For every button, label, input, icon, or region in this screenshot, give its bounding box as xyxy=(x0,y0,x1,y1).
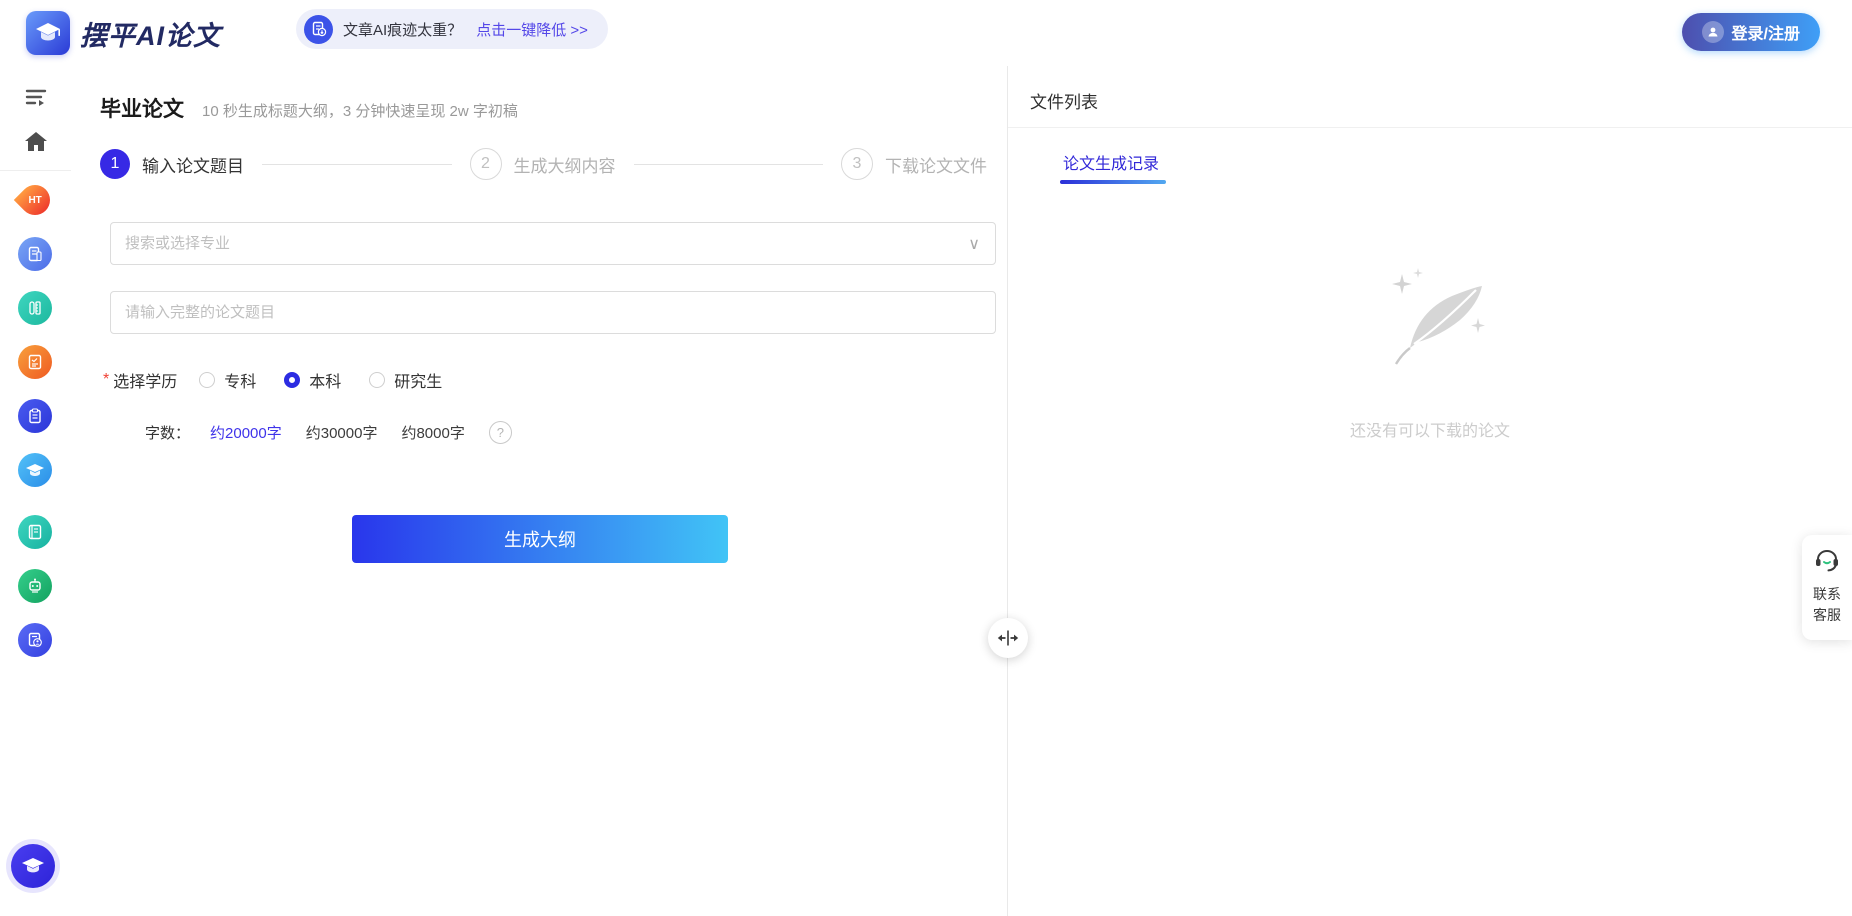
sidebar-item-member-doc[interactable] xyxy=(18,623,52,657)
sidebar-item-report[interactable] xyxy=(18,345,52,379)
required-mark: * xyxy=(103,371,109,389)
degree-radio-group: * 选择学历 专科 本科 研究生 xyxy=(103,368,470,392)
banner-reduce-link[interactable]: 点击一键降低 >> xyxy=(476,19,588,40)
home-icon[interactable] xyxy=(23,130,49,159)
word-option-8000[interactable]: 约8000字 xyxy=(401,422,464,443)
step-2-number: 2 xyxy=(470,148,502,180)
radio-associate-degree[interactable]: 专科 xyxy=(199,368,256,392)
logo-text: 摆平AI论文 xyxy=(80,14,221,53)
sidebar-item-book[interactable] xyxy=(18,515,52,549)
step-3-label: 下载论文文件 xyxy=(885,152,987,177)
step-connector xyxy=(262,164,452,165)
flame-icon: HT xyxy=(14,179,56,221)
sidebar-item-clipboard[interactable] xyxy=(18,399,52,433)
step-1-number: 1 xyxy=(100,149,130,179)
ai-trace-banner[interactable]: 文章AI痕迹太重？ 点击一键降低 >> xyxy=(296,9,608,49)
app-root: 摆平AI论文 文章AI痕迹太重？ 点击一键降低 >> xyxy=(0,0,1852,916)
collapse-menu-icon[interactable] xyxy=(24,86,48,113)
file-list-panel: 文件列表 论文生成记录 还没有可以下载的论文 xyxy=(1008,66,1852,916)
degree-group-label: 选择学历 xyxy=(113,368,177,392)
graduation-cap-icon xyxy=(25,461,45,479)
step-2-label: 生成大纲内容 xyxy=(514,152,616,177)
login-label: 登录/注册 xyxy=(1732,20,1800,44)
app-logo[interactable]: 摆平AI论文 xyxy=(26,11,221,55)
document-person-icon xyxy=(26,631,44,649)
login-register-button[interactable]: 登录/注册 xyxy=(1682,13,1820,51)
floating-graduation-button[interactable] xyxy=(6,839,60,893)
feather-illustration xyxy=(1340,256,1520,386)
panel-separator xyxy=(1008,127,1852,128)
panel-resize-handle[interactable] xyxy=(988,618,1028,658)
word-count-group: 字数： 约20000字 约30000字 约8000字 ? xyxy=(145,421,512,444)
radio-bachelor-degree[interactable]: 本科 xyxy=(284,368,341,392)
generate-outline-button[interactable]: 生成大纲 xyxy=(352,515,728,563)
page-title: 毕业论文 xyxy=(100,93,184,123)
sidebar-item-document[interactable] xyxy=(18,237,52,271)
robot-icon xyxy=(26,577,44,595)
tab-generation-history[interactable]: 论文生成记录 xyxy=(1063,150,1159,174)
word-count-label: 字数： xyxy=(145,422,190,443)
sidebar-item-writing[interactable] xyxy=(18,291,52,325)
major-select-wrap: ∨ xyxy=(110,222,996,265)
step-connector xyxy=(634,164,824,165)
clipboard-icon xyxy=(26,407,44,425)
file-list-title: 文件列表 xyxy=(1030,88,1098,113)
banner-text: 文章AI痕迹太重？ xyxy=(343,19,462,40)
main-panel: 毕业论文 10 秒生成标题大纲，3 分钟快速呈现 2w 字初稿 1 输入论文题目… xyxy=(71,66,1008,916)
sidebar-divider xyxy=(0,170,71,171)
document-download-icon xyxy=(304,15,333,44)
document-icon xyxy=(26,245,44,263)
major-select-input[interactable] xyxy=(110,222,996,265)
radio-postgraduate-degree[interactable]: 研究生 xyxy=(369,368,442,392)
word-option-30000[interactable]: 约30000字 xyxy=(306,422,378,443)
sidebar-item-graduation[interactable] xyxy=(18,453,52,487)
steps-bar: 1 输入论文题目 2 生成大纲内容 3 下载论文文件 xyxy=(100,148,987,180)
radio-circle-checked-icon xyxy=(284,372,300,388)
step-3-download-file: 3 下载论文文件 xyxy=(841,148,987,180)
book-icon xyxy=(26,523,44,541)
radio-circle-icon xyxy=(369,372,385,388)
title-row: 毕业论文 10 秒生成标题大纲，3 分钟快速呈现 2w 字初稿 xyxy=(100,93,518,123)
horizontal-resize-icon xyxy=(997,628,1019,648)
contact-support-button[interactable]: 联系 客服 xyxy=(1802,535,1852,640)
graduation-cap-logo-icon xyxy=(26,11,70,55)
user-avatar-icon xyxy=(1702,21,1724,43)
left-sidebar: HT xyxy=(0,66,72,916)
page-subtitle: 10 秒生成标题大纲，3 分钟快速呈现 2w 字初稿 xyxy=(202,100,518,121)
report-icon xyxy=(26,353,44,371)
step-1-label: 输入论文题目 xyxy=(142,152,244,177)
thesis-title-input[interactable] xyxy=(110,291,996,334)
pencil-ruler-icon xyxy=(26,299,44,317)
empty-state-text: 还没有可以下载的论文 xyxy=(1008,417,1852,441)
step-2-generate-outline: 2 生成大纲内容 xyxy=(470,148,616,180)
graduation-cap-icon xyxy=(11,844,55,888)
help-question-icon[interactable]: ? xyxy=(489,421,512,444)
step-3-number: 3 xyxy=(841,148,873,180)
active-tab-underline xyxy=(1060,180,1166,184)
word-option-20000[interactable]: 约20000字 xyxy=(210,422,282,443)
sidebar-item-hot-topic[interactable]: HT xyxy=(18,183,52,217)
sidebar-item-robot[interactable] xyxy=(18,569,52,603)
step-1-enter-title: 1 输入论文题目 xyxy=(100,149,244,179)
radio-circle-icon xyxy=(199,372,215,388)
top-header: 摆平AI论文 文章AI痕迹太重？ 点击一键降低 >> xyxy=(0,0,1852,66)
empty-state: 还没有可以下载的论文 xyxy=(1008,256,1852,441)
headset-icon xyxy=(1813,547,1841,573)
contact-label: 联系 客服 xyxy=(1802,584,1852,626)
